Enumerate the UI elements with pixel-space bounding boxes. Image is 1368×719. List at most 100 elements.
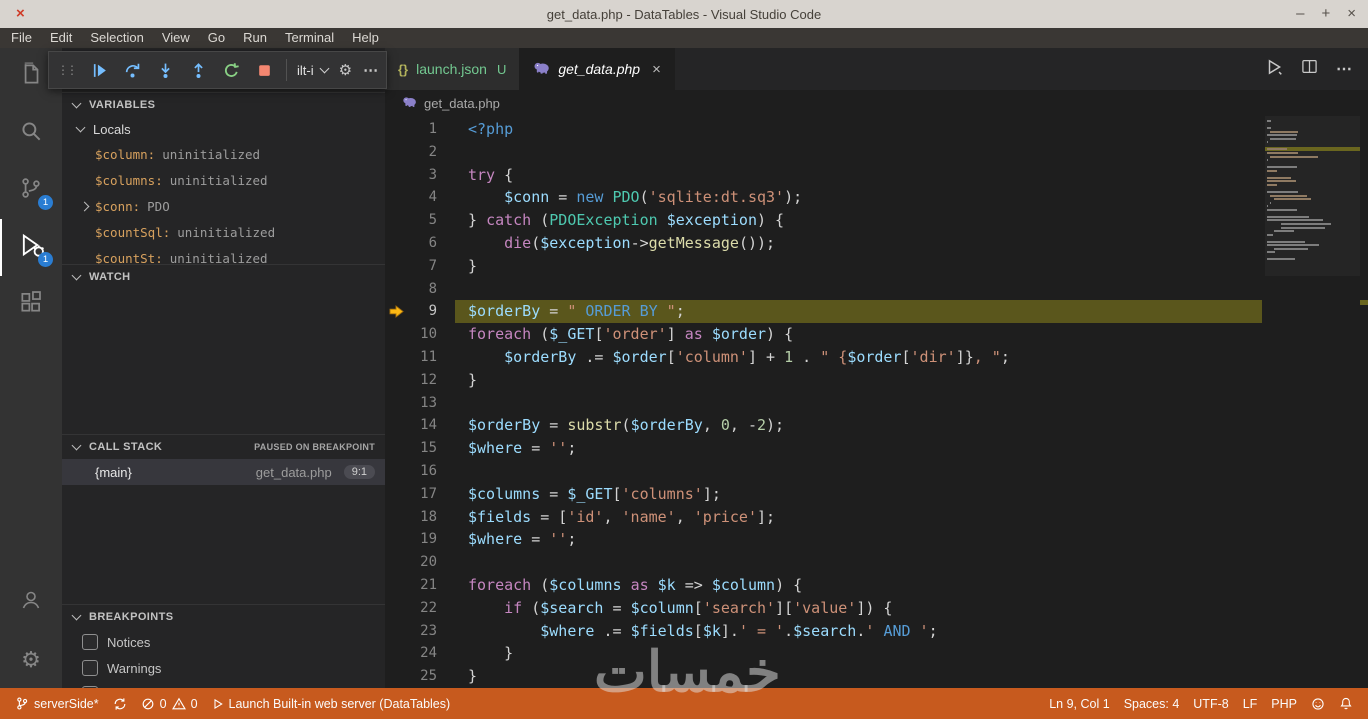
activity-run-debug-button[interactable]: 1 — [0, 219, 62, 276]
code-line-12[interactable]: 12} — [385, 369, 1368, 392]
code-line-23[interactable]: 23 $where .= $fields[$k].' = '.$search.'… — [385, 620, 1368, 643]
code-line-11[interactable]: 11 $orderBy .= $order['column'] + 1 . " … — [385, 346, 1368, 369]
menu-terminal[interactable]: Terminal — [276, 28, 343, 48]
minimap[interactable] — [1265, 116, 1360, 688]
feedback-button[interactable] — [1304, 688, 1332, 719]
variable-row[interactable]: $column:uninitialized — [62, 141, 385, 167]
breakpoint-gutter[interactable] — [385, 323, 407, 346]
breakpoint-gutter[interactable] — [385, 414, 407, 437]
code-line-2[interactable]: 2 — [385, 141, 1368, 164]
code-line-14[interactable]: 14$orderBy = substr($orderBy, 0, -2); — [385, 414, 1368, 437]
debug-more-button[interactable]: ⋯ — [363, 61, 378, 79]
breakpoint-gutter[interactable] — [385, 437, 407, 460]
activity-extensions-button[interactable] — [0, 276, 62, 333]
breakpoint-gutter[interactable] — [385, 642, 407, 665]
account-button[interactable] — [0, 574, 62, 631]
breakpoint-row-partial[interactable] — [62, 681, 385, 688]
code-line-8[interactable]: 8 — [385, 278, 1368, 301]
split-editor-button[interactable] — [1301, 58, 1318, 80]
callstack-frame[interactable]: {main} get_data.php 9:1 — [62, 459, 385, 485]
step-into-button[interactable] — [154, 57, 176, 83]
eol-indicator[interactable]: LF — [1236, 688, 1265, 719]
code-line-4[interactable]: 4 $conn = new PDO('sqlite:dt.sq3'); — [385, 186, 1368, 209]
tab-close-icon[interactable]: × — [652, 61, 661, 78]
settings-button[interactable]: ⚙ — [0, 631, 62, 688]
breakpoint-gutter[interactable] — [385, 369, 407, 392]
editor-more-button[interactable]: ⋯ — [1336, 59, 1352, 79]
code-line-13[interactable]: 13 — [385, 392, 1368, 415]
breakpoint-gutter[interactable] — [385, 392, 407, 415]
breakpoint-gutter[interactable] — [385, 141, 407, 164]
sync-button[interactable] — [106, 688, 134, 719]
breakpoint-gutter[interactable] — [385, 483, 407, 506]
breakpoint-row[interactable]: Warnings — [62, 655, 385, 681]
step-over-button[interactable] — [121, 57, 143, 83]
menu-help[interactable]: Help — [343, 28, 388, 48]
call-stack-section-header[interactable]: CALL STACK PAUSED ON BREAKPOINT — [62, 435, 385, 459]
code-line-18[interactable]: 18$fields = ['id', 'name', 'price']; — [385, 506, 1368, 529]
code-line-25[interactable]: 25} — [385, 665, 1368, 688]
debug-gear-button[interactable]: ⚙ — [339, 61, 352, 79]
tab-launch-json[interactable]: {} launch.json U — [385, 48, 520, 90]
breakpoint-gutter[interactable] — [385, 118, 407, 141]
step-out-button[interactable] — [187, 57, 209, 83]
breakpoint-gutter[interactable] — [385, 209, 407, 232]
breakpoint-row[interactable]: Notices — [62, 629, 385, 655]
code-line-7[interactable]: 7} — [385, 255, 1368, 278]
breakpoint-gutter[interactable] — [385, 528, 407, 551]
variable-row[interactable]: $countSt:uninitialized — [62, 245, 385, 265]
checkbox[interactable] — [82, 634, 98, 650]
debug-current-frame-arrow-icon[interactable] — [385, 300, 407, 323]
code-line-5[interactable]: 5} catch (PDOException $exception) { — [385, 209, 1368, 232]
encoding-indicator[interactable]: UTF-8 — [1186, 688, 1235, 719]
code-line-10[interactable]: 10foreach ($_GET['order'] as $order) { — [385, 323, 1368, 346]
branch-indicator[interactable]: serverSide* — [8, 688, 106, 719]
code-line-6[interactable]: 6 die($exception->getMessage()); — [385, 232, 1368, 255]
stop-button[interactable] — [253, 57, 275, 83]
indentation-indicator[interactable]: Spaces: 4 — [1117, 688, 1187, 719]
breakpoint-gutter[interactable] — [385, 346, 407, 369]
breakpoint-gutter[interactable] — [385, 232, 407, 255]
menu-selection[interactable]: Selection — [81, 28, 152, 48]
breakpoint-gutter[interactable] — [385, 164, 407, 187]
menu-run[interactable]: Run — [234, 28, 276, 48]
minimize-button[interactable]: – — [1296, 0, 1304, 28]
tab-get-data-php[interactable]: get_data.php × — [520, 48, 675, 90]
drag-handle-icon[interactable]: ⋮⋮ — [57, 63, 75, 77]
breakpoint-gutter[interactable] — [385, 574, 407, 597]
activity-search-button[interactable] — [0, 105, 62, 162]
launch-config-select[interactable]: ilt-i — [286, 59, 328, 81]
run-or-debug-button[interactable] — [1265, 58, 1283, 81]
code-line-3[interactable]: 3try { — [385, 164, 1368, 187]
menu-file[interactable]: File — [2, 28, 41, 48]
breakpoint-gutter[interactable] — [385, 597, 407, 620]
breakpoints-section-header[interactable]: BREAKPOINTS — [62, 605, 385, 629]
menu-go[interactable]: Go — [199, 28, 234, 48]
code-line-24[interactable]: 24 } — [385, 642, 1368, 665]
notifications-button[interactable] — [1332, 688, 1360, 719]
checkbox[interactable] — [82, 660, 98, 676]
breakpoint-gutter[interactable] — [385, 620, 407, 643]
window-close-red-button[interactable]: × — [16, 4, 25, 24]
variable-row[interactable]: $conn:PDO — [62, 193, 385, 219]
code-editor[interactable]: 1<?php23try {4 $conn = new PDO('sqlite:d… — [385, 116, 1368, 688]
breakpoint-gutter[interactable] — [385, 278, 407, 301]
variable-row[interactable]: $countSql:uninitialized — [62, 219, 385, 245]
breakpoint-gutter[interactable] — [385, 665, 407, 688]
code-line-9[interactable]: 9$orderBy = " ORDER BY "; — [385, 300, 1368, 323]
code-line-22[interactable]: 22 if ($search = $column['search']['valu… — [385, 597, 1368, 620]
breakpoint-gutter[interactable] — [385, 506, 407, 529]
cursor-position-indicator[interactable]: Ln 9, Col 1 — [1042, 688, 1116, 719]
breadcrumb-file[interactable]: get_data.php — [424, 96, 500, 111]
breakpoint-gutter[interactable] — [385, 551, 407, 574]
code-line-19[interactable]: 19$where = ''; — [385, 528, 1368, 551]
variable-row[interactable]: $columns:uninitialized — [62, 167, 385, 193]
code-line-21[interactable]: 21foreach ($columns as $k => $column) { — [385, 574, 1368, 597]
menu-view[interactable]: View — [153, 28, 199, 48]
activity-source-control-button[interactable]: 1 — [0, 162, 62, 219]
breakpoint-gutter[interactable] — [385, 186, 407, 209]
close-button[interactable]: × — [1347, 0, 1356, 28]
breakpoint-gutter[interactable] — [385, 460, 407, 483]
code-line-15[interactable]: 15$where = ''; — [385, 437, 1368, 460]
breadcrumb[interactable]: get_data.php — [385, 90, 1368, 116]
